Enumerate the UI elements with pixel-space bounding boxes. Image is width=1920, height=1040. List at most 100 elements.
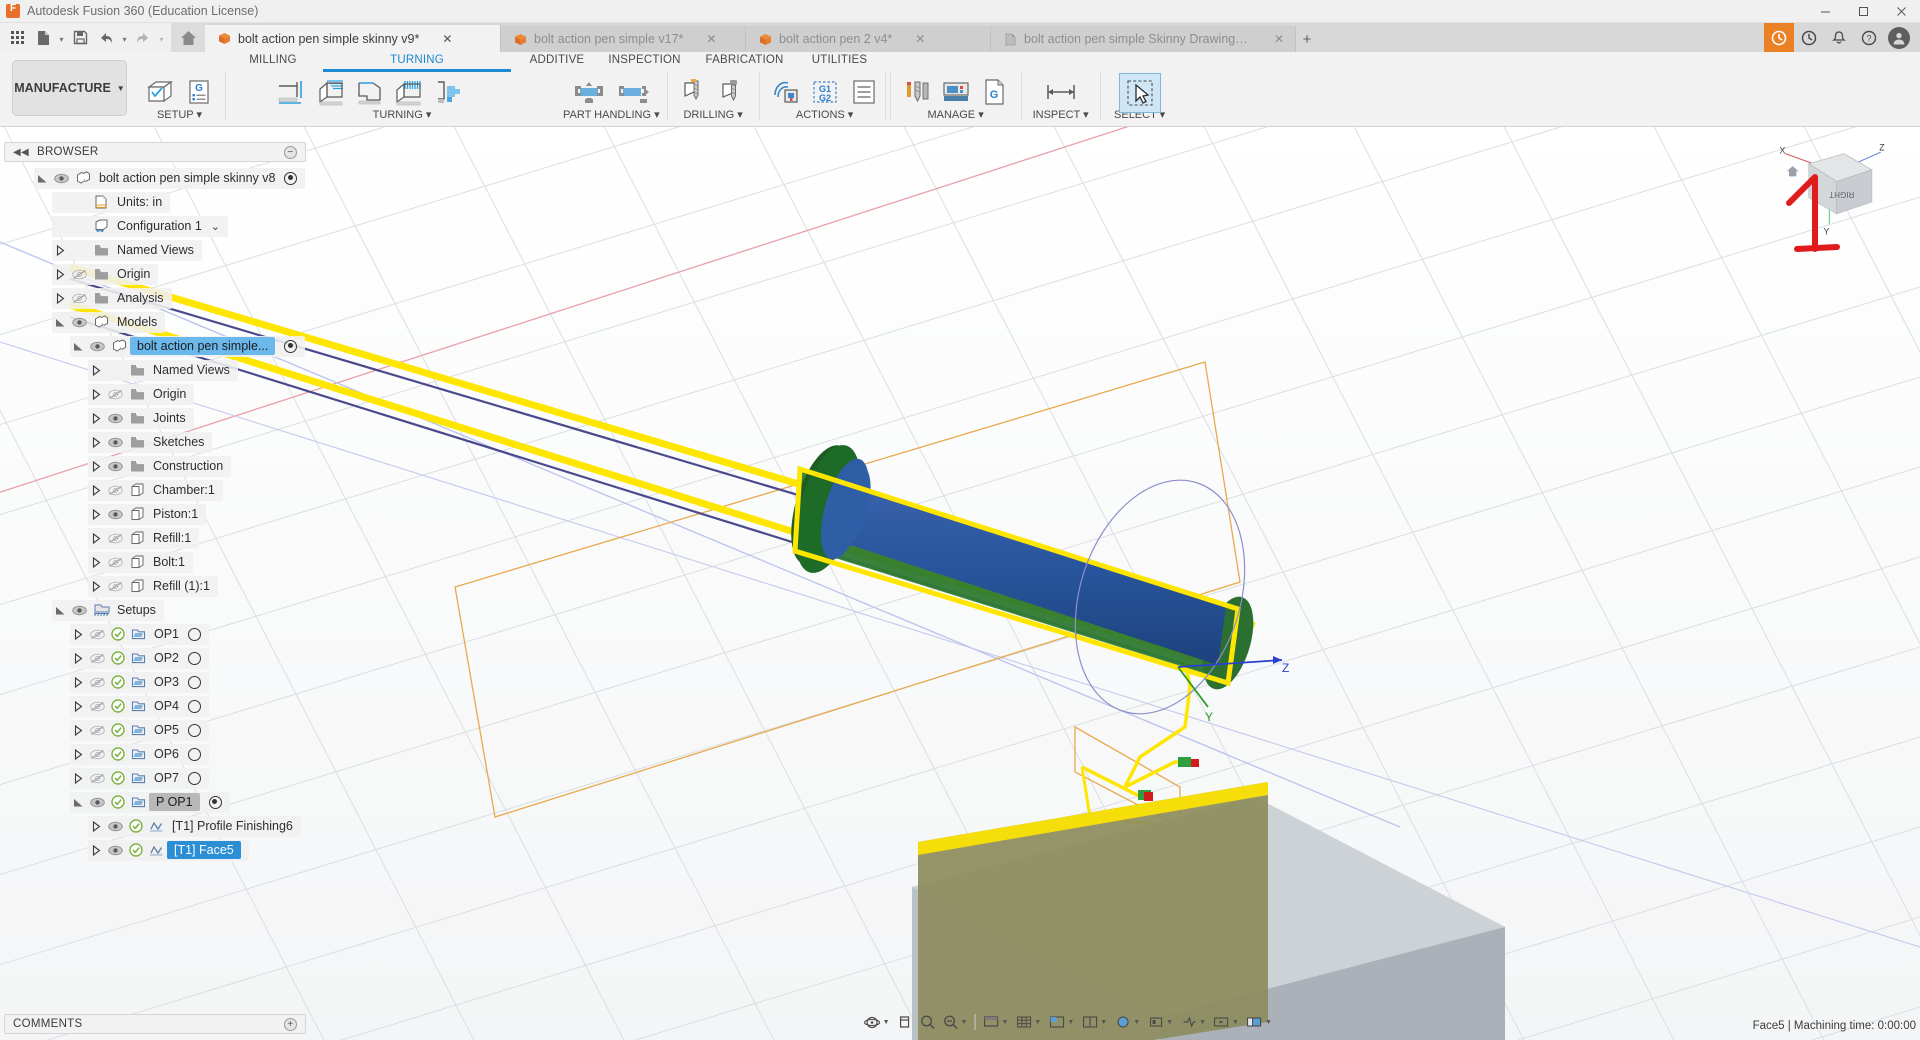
turning-part-off-icon[interactable] [428,73,466,111]
eye-visible-icon[interactable] [105,432,126,453]
g1g2-probe-icon[interactable]: G1 G2 [806,73,844,111]
visual-style-icon[interactable]: ▼ [1111,1010,1143,1034]
browser-toggle-icon[interactable]: ▼ [1243,1010,1275,1034]
activate-radio[interactable] [188,627,202,641]
tree-node-refill-1-1[interactable]: Refill (1):1 [4,574,306,598]
chevron-down-icon[interactable] [70,336,87,357]
document-tab-1[interactable]: bolt action pen simple v17* ✕ [501,26,746,52]
chevron-right-icon[interactable] [70,696,87,717]
eye-visible-icon[interactable] [105,504,126,525]
panel-options-icon[interactable]: − [284,145,297,159]
activate-radio[interactable] [188,747,202,761]
manual-ncc-icon[interactable] [767,73,805,111]
tree-node-construction[interactable]: Construction [4,454,306,478]
chevron-right-icon[interactable] [88,360,105,381]
object-visibility-icon[interactable]: ▼ [1177,1010,1209,1034]
new-document-icon[interactable] [30,25,56,50]
turning-face-icon[interactable] [272,73,310,111]
workspace-switcher[interactable]: MANUFACTURE ▼ [12,60,127,116]
job-status-icon[interactable] [1794,23,1824,52]
eye-hidden-icon[interactable] [87,720,108,741]
tree-node-origin[interactable]: Origin [4,262,306,286]
redo-icon[interactable] [130,25,156,50]
close-icon[interactable]: ✕ [706,32,716,46]
tree-node-op3[interactable]: OP3 [4,670,306,694]
tree-node-bolt-action-pen-simple-skinny-v8[interactable]: bolt action pen simple skinny v8 [4,166,306,190]
activate-radio[interactable] [188,651,202,665]
tree-node-op6[interactable]: OP6 [4,742,306,766]
tree-node-bolt-1[interactable]: Bolt:1 [4,550,306,574]
collapse-left-icon[interactable]: ◀◀ [13,147,29,158]
chevron-right-icon[interactable] [70,720,87,741]
part-transfer-icon[interactable] [567,73,611,111]
pan-icon[interactable] [894,1010,916,1034]
chevron-right-icon[interactable] [88,552,105,573]
tree-node-bolt-action-pen-simple[interactable]: bolt action pen simple... [4,334,306,358]
new-setup-icon[interactable] [141,73,179,111]
app-grid-icon[interactable] [4,25,30,50]
select-cursor-icon[interactable] [1118,73,1161,113]
grid-snaps-icon[interactable]: ▼ [1012,1010,1044,1034]
activate-radio-selected[interactable] [208,795,222,809]
activate-radio-selected[interactable] [284,171,298,185]
chevron-right-icon[interactable] [88,408,105,429]
turning-profile-rough-icon[interactable] [311,73,349,111]
chevron-right-icon[interactable] [70,672,87,693]
eye-hidden-icon[interactable] [87,648,108,669]
chevron-right-icon[interactable] [88,528,105,549]
extension-accent-icon[interactable] [1764,23,1794,52]
tree-node-origin[interactable]: Origin [4,382,306,406]
tree-node-setups[interactable]: Setups [4,598,306,622]
tree-node-t1-profile-finishing6[interactable]: [T1] Profile Finishing6 [4,814,306,838]
eye-hidden-icon[interactable] [87,672,108,693]
drill-icon[interactable] [675,73,713,111]
eye-hidden-icon[interactable] [87,624,108,645]
ncprogram-icon[interactable]: G [180,73,218,111]
chevron-right-icon[interactable] [88,456,105,477]
eye-hidden-icon[interactable] [105,480,126,501]
eye-visible-icon[interactable] [87,336,108,357]
post-process-icon[interactable]: G [976,73,1014,111]
eye-hidden-icon[interactable] [105,576,126,597]
eye-visible-icon[interactable] [87,792,108,813]
tap-icon[interactable] [714,73,752,111]
tool-library-icon[interactable] [898,73,936,111]
chevron-down-icon[interactable] [34,168,51,189]
chevron-right-icon[interactable] [70,648,87,669]
eye-hidden-icon[interactable] [87,744,108,765]
tree-node-named-views[interactable]: Named Views [4,358,306,382]
eye-hidden-icon[interactable] [87,696,108,717]
tree-node-op7[interactable]: OP7 [4,766,306,790]
display-settings-icon[interactable]: ▼ [979,1010,1011,1034]
eye-hidden-icon[interactable] [105,384,126,405]
document-tab-3[interactable]: bolt action pen simple Skinny Drawing v2… [991,26,1296,52]
tree-node-piston-1[interactable]: Piston:1 [4,502,306,526]
eye-hidden-icon[interactable] [105,552,126,573]
chevron-down-icon[interactable] [52,312,69,333]
tree-node-named-views[interactable]: Named Views [4,238,306,262]
tree-node-op2[interactable]: OP2 [4,646,306,670]
chevron-right-icon[interactable] [88,576,105,597]
close-icon[interactable]: ✕ [442,32,452,46]
effects-icon[interactable]: ▼ [1144,1010,1176,1034]
measure-icon[interactable] [1042,73,1080,111]
maximize-button[interactable] [1844,0,1882,23]
machine-library-icon[interactable] [937,73,975,111]
eye-visible-icon[interactable] [105,840,126,861]
tree-node-analysis[interactable]: Analysis [4,286,306,310]
close-icon[interactable]: ✕ [915,32,925,46]
chevron-right-icon[interactable] [52,240,69,261]
tree-node-refill-1[interactable]: Refill:1 [4,526,306,550]
part-flip-icon[interactable] [612,73,656,111]
tree-node-joints[interactable]: Joints [4,406,306,430]
layout-grid-icon[interactable]: ▼ [1078,1010,1110,1034]
help-question-icon[interactable]: ? [1854,23,1884,52]
chevron-right-icon[interactable] [88,432,105,453]
document-tab-2[interactable]: bolt action pen 2 v4* ✕ [746,26,991,52]
undo-icon[interactable] [93,25,119,50]
action-list-icon[interactable] [845,73,883,111]
chevron-right-icon[interactable] [52,288,69,309]
save-icon[interactable] [67,25,93,50]
tree-node-models[interactable]: Models [4,310,306,334]
eye-hidden-icon[interactable] [87,768,108,789]
